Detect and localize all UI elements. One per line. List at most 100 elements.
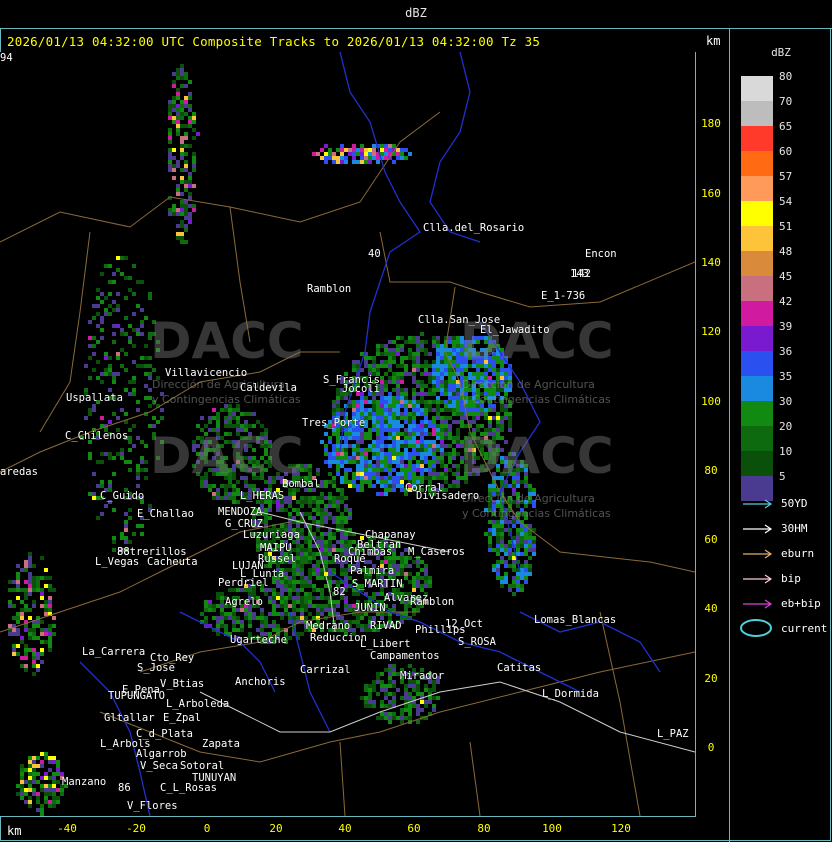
place-label: aredas [0,466,38,478]
place-label: M_Caseros [408,546,465,558]
place-label: C_L_Rosas [160,782,217,794]
legend-track-label: eburn [781,547,815,560]
place-label: Manzano [62,776,107,788]
x-tick-label: 100 [542,822,562,835]
legend-current-label: current [781,622,828,635]
place-label: V_Seca [140,760,178,772]
place-label: Bombal [282,478,320,490]
place-label: S_Jose [137,662,175,674]
place-label: L_PAZ [657,728,689,740]
place-label: L_Dormida [542,688,599,700]
track-arrow-icon [743,574,773,584]
dept-border [599,611,641,816]
place-label: Catitas [497,662,542,674]
legend-swatch [741,451,773,476]
legend-swatch [741,401,773,426]
place-label: Clla.del_Rosario [423,222,525,234]
legend-value: 54 [779,195,793,208]
place-label: RIVAD [370,620,402,632]
place-label: Caldevila [240,382,297,394]
y-tick-label: 80 [704,464,718,477]
legend-track-label: bip [781,572,801,585]
place-label: 88 [117,546,130,558]
legend-swatch [741,351,773,376]
x-tick-label: -40 [57,822,77,835]
legend-track-label: 50YD [781,497,808,510]
place-label: L_Libert [360,638,411,650]
place-label: Cacheuta [147,556,198,568]
place-label: V_Btias [160,678,205,690]
legend-value: 51 [779,220,793,233]
legend-swatch [741,101,773,126]
place-label: 82 [333,586,346,598]
place-label: Lomas_Blancas [534,614,617,626]
place-label: JUNIN [354,602,386,614]
x-tick-label: 0 [203,822,211,835]
blue-boundary [429,52,481,243]
place-label: S_MARTIN [352,578,403,590]
watermark-logo: DACC [460,427,614,485]
place-label: Jocoli [342,383,380,395]
place-label: Anchoris [235,676,286,688]
place-label: Phillips [415,624,466,636]
y-tick-label: 0 [707,741,715,754]
road [199,681,695,753]
place-label: E_Challao [137,508,194,520]
track-arrow-icon [743,599,773,609]
track-arrow-icon [743,549,773,559]
km-label-bottom: km [7,824,22,838]
radar-map[interactable]: DACC DACC DACC DACC Dirección de Agricul… [0,52,696,817]
y-tick-label: 20 [704,672,718,685]
legend-swatch [741,426,773,451]
legend-value: 42 [779,295,793,308]
watermark-logo: DACC [150,312,304,370]
place-label: Tres_Porte [302,417,366,429]
place-label: Ramblon [410,596,455,608]
watermark-subtitle: y Contingencias Climáticas [462,393,611,406]
place-label: Luzuriaga [243,529,300,541]
legend-value: 70 [779,95,793,108]
place-label: Roque [334,553,366,565]
x-tick-label: 80 [477,822,491,835]
legend-swatch [741,76,773,101]
watermark-subtitle: Dirección de Agricultura [462,492,595,505]
place-label: 86 [118,782,131,794]
legend-swatch [741,151,773,176]
place-label: Villavicencio [165,367,248,379]
place-label: L_Arboleda [166,698,230,710]
place-label: Sotoral [180,760,225,772]
legend-value: 39 [779,320,793,333]
legend-swatch [741,176,773,201]
place-label: Carrizal [300,664,351,676]
watermark-subtitle: Dirección de Agricultura [462,378,595,391]
x-tick-label: 120 [611,822,631,835]
x-tick-label: -20 [126,822,146,835]
place-label: Agrelo [225,596,263,608]
legend-title: dBZ [771,46,791,59]
place-label: 94 [0,52,13,64]
composite-title: 2026/01/13 04:32:00 UTC Composite Tracks… [7,34,541,49]
x-tick-label: 20 [269,822,283,835]
legend-swatch [741,376,773,401]
place-label: 143 [570,268,589,280]
legend-swatch [741,251,773,276]
place-label: L_HERAS [240,490,285,502]
legend-track-label: eb+bip [781,597,821,610]
place-label: Ugarteche [230,634,287,646]
place-label: Medrano [306,620,351,632]
dept-border [339,741,346,816]
legend-swatch [741,226,773,251]
y-tick-label: 160 [701,187,721,200]
legend-value: 48 [779,245,793,258]
current-ellipse-icon [740,619,772,637]
legend-value: 20 [779,420,793,433]
x-tick-label: 40 [338,822,352,835]
place-label: C_Chilenos [65,430,129,442]
y-tick-label: 140 [701,256,721,269]
legend-swatch [741,301,773,326]
legend-value: 80 [779,70,793,83]
legend-value: 65 [779,120,793,133]
place-label: TUPUNGATO [108,690,165,702]
place-label: Mirador [400,670,445,682]
legend-value: 30 [779,395,793,408]
